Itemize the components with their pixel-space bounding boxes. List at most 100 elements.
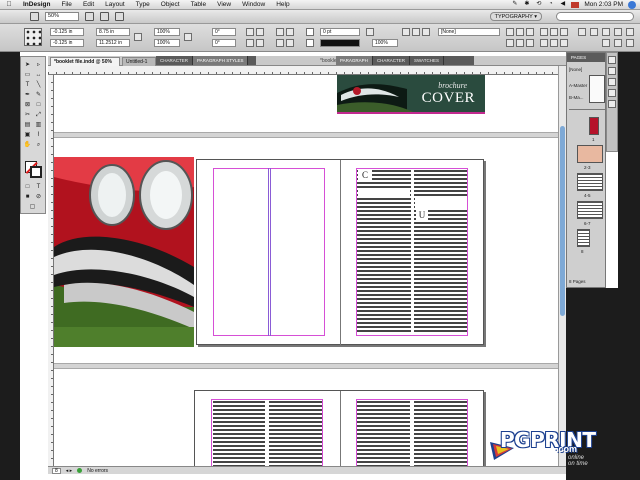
rotate-90-ccw-icon[interactable] bbox=[256, 28, 264, 36]
preflight-status[interactable]: No errors bbox=[87, 468, 108, 474]
center-content-icon[interactable] bbox=[614, 39, 622, 47]
formatting-text-icon[interactable]: T bbox=[34, 183, 43, 191]
gap-tool-icon[interactable]: ↔ bbox=[34, 71, 43, 79]
reference-point-icon[interactable] bbox=[24, 28, 42, 46]
volume-icon[interactable]: ◀ bbox=[559, 1, 566, 8]
arrange-documents-button[interactable] bbox=[115, 12, 124, 21]
wifi-icon[interactable]: ◔ bbox=[547, 1, 554, 8]
free-transform-tool-icon[interactable]: ⤢ bbox=[34, 111, 43, 119]
layers-panel-icon[interactable] bbox=[608, 67, 616, 75]
align-left-icon[interactable] bbox=[506, 28, 514, 36]
scale-x-field[interactable]: 100% bbox=[154, 28, 180, 36]
width-field[interactable]: 8.75 in bbox=[96, 28, 130, 36]
formatting-container-icon[interactable]: □ bbox=[23, 183, 32, 191]
menu-type[interactable]: Type bbox=[131, 1, 156, 8]
menu-table[interactable]: Table bbox=[186, 1, 213, 8]
page-number-field[interactable]: 8 bbox=[52, 467, 61, 474]
b-master-label[interactable]: B-Ma... bbox=[569, 95, 584, 100]
text-wrap-shape-icon[interactable] bbox=[422, 28, 430, 36]
text-column-6[interactable] bbox=[414, 401, 467, 467]
tab-paragraph-styles[interactable]: PARAGRAPH STYLES bbox=[193, 56, 249, 65]
screen-mode-icon[interactable]: ▢ bbox=[28, 203, 37, 211]
rectangle-frame-tool-icon[interactable]: ⊠ bbox=[23, 101, 32, 109]
fill-swatch-icon[interactable] bbox=[306, 28, 314, 36]
swatches-panel-icon[interactable] bbox=[608, 100, 616, 108]
apple-icon[interactable]:  bbox=[0, 1, 18, 8]
pages-panel-header[interactable]: PAGES bbox=[567, 53, 605, 62]
screen-mode-button[interactable] bbox=[100, 12, 109, 21]
apply-none-icon[interactable]: ⊘ bbox=[34, 193, 43, 201]
zoom-tool-icon[interactable]: ⌕ bbox=[34, 141, 43, 149]
eyedropper-tool-icon[interactable]: ⌇ bbox=[34, 131, 43, 139]
distribute-center-icon[interactable] bbox=[550, 28, 558, 36]
page-1-thumbnail[interactable] bbox=[589, 117, 599, 135]
vertical-scrollbar[interactable] bbox=[558, 66, 566, 466]
pages-panel-icon[interactable] bbox=[608, 56, 616, 64]
scissors-tool-icon[interactable]: ✂ bbox=[23, 111, 32, 119]
menu-view[interactable]: View bbox=[212, 1, 237, 8]
object-style-field[interactable]: [None] bbox=[438, 28, 500, 36]
spread-pages-2-3[interactable]: C U bbox=[196, 159, 484, 346]
text-column-5[interactable] bbox=[357, 401, 410, 467]
rectangle-tool-icon[interactable]: □ bbox=[34, 101, 43, 109]
time-machine-icon[interactable]: ⟲ bbox=[535, 1, 542, 8]
tab-untitled-1[interactable]: Untitled-1 bbox=[122, 57, 156, 66]
car-photo[interactable] bbox=[54, 157, 194, 347]
constrain-scale-icon[interactable] bbox=[184, 33, 192, 41]
text-column-4[interactable] bbox=[269, 401, 322, 467]
rotate-field[interactable]: 0° bbox=[212, 28, 236, 36]
master-thumbnail[interactable] bbox=[589, 75, 605, 103]
drop-shadow-icon[interactable] bbox=[366, 28, 374, 36]
page-4-5-thumbnail[interactable] bbox=[577, 173, 603, 191]
text-wrap-icon[interactable] bbox=[402, 28, 410, 36]
status-script-icon[interactable]: ✎ bbox=[511, 1, 518, 8]
distribute-top-icon[interactable] bbox=[540, 39, 548, 47]
pencil-tool-icon[interactable]: ✎ bbox=[34, 91, 43, 99]
menu-window[interactable]: Window bbox=[237, 1, 271, 8]
direct-selection-tool-icon[interactable]: ▹ bbox=[34, 61, 43, 69]
line-tool-icon[interactable]: ╲ bbox=[34, 81, 43, 89]
tab-character[interactable]: CHARACTER bbox=[156, 56, 194, 65]
page-2-3-thumbnail[interactable] bbox=[577, 145, 603, 163]
distribute-right-icon[interactable] bbox=[560, 28, 568, 36]
menu-app-name[interactable]: InDesign bbox=[18, 1, 56, 8]
a-master-label[interactable]: A-Master bbox=[569, 83, 587, 88]
search-input[interactable] bbox=[556, 12, 634, 21]
zoom-field[interactable]: 50% bbox=[45, 12, 79, 21]
note-tool-icon[interactable]: ▣ bbox=[23, 131, 32, 139]
menu-layout[interactable]: Layout bbox=[100, 1, 131, 8]
constrain-proportions-icon[interactable] bbox=[134, 33, 142, 41]
workspace-switcher[interactable]: TYPOGRAPHY ▾ bbox=[489, 12, 542, 21]
horizontal-ruler[interactable] bbox=[48, 66, 566, 75]
menu-edit[interactable]: Edit bbox=[78, 1, 100, 8]
pasteboard[interactable]: brochure COVER C U bbox=[54, 75, 558, 467]
tab-character-2[interactable]: CHARACTER bbox=[373, 56, 410, 65]
stroke-color-icon[interactable] bbox=[30, 166, 42, 178]
spread-pages-4-5[interactable] bbox=[194, 390, 484, 467]
menu-help[interactable]: Help bbox=[271, 1, 295, 8]
align-center-icon[interactable] bbox=[516, 28, 524, 36]
menu-object[interactable]: Object bbox=[156, 1, 186, 8]
type-tool-icon[interactable]: T bbox=[23, 81, 32, 89]
select-next-icon[interactable] bbox=[286, 39, 294, 47]
fit-frame-icon[interactable] bbox=[626, 39, 634, 47]
menu-file[interactable]: File bbox=[56, 1, 77, 8]
page-nav-arrows-icon[interactable]: ◂ ▸ bbox=[66, 468, 72, 474]
page-tool-icon[interactable]: ▭ bbox=[23, 71, 32, 79]
tab-paragraph[interactable]: PARAGRAPH bbox=[336, 56, 373, 65]
stroke-panel-icon[interactable] bbox=[608, 89, 616, 97]
page-8-thumbnail[interactable] bbox=[577, 229, 590, 247]
text-column-2[interactable] bbox=[414, 170, 467, 334]
align-middle-icon[interactable] bbox=[516, 39, 524, 47]
stroke-swatch-icon[interactable] bbox=[306, 39, 314, 47]
select-previous-icon[interactable] bbox=[276, 39, 284, 47]
align-right-icon[interactable] bbox=[526, 28, 534, 36]
opacity-field[interactable]: 100% bbox=[372, 39, 398, 47]
hand-tool-icon[interactable]: ✋ bbox=[23, 141, 32, 149]
spotlight-icon[interactable] bbox=[628, 0, 636, 9]
tab-booklet-file[interactable]: *booklet file.indd @ 50% bbox=[50, 57, 120, 66]
tab-swatches[interactable]: SWATCHES bbox=[410, 56, 444, 65]
y-field[interactable]: -0.125 in bbox=[50, 39, 84, 47]
shear-field[interactable]: 0° bbox=[212, 39, 236, 47]
select-container-icon[interactable] bbox=[276, 28, 284, 36]
